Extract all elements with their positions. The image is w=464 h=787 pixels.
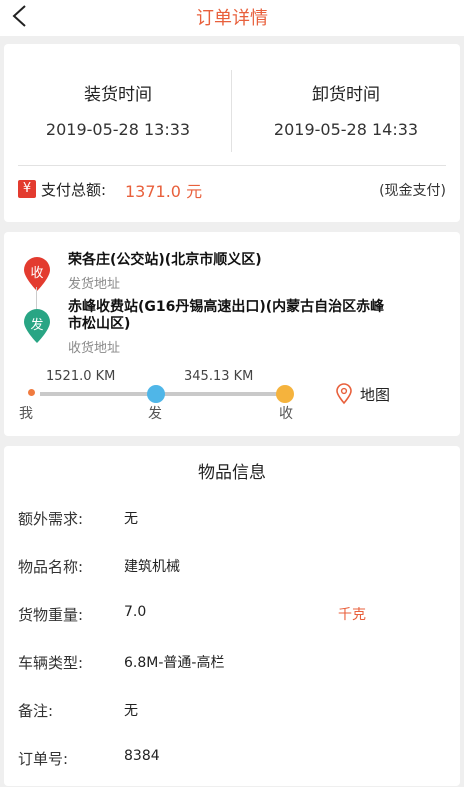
goods-row-extra-requirements: 额外需求: 无: [4, 508, 460, 532]
goods-row-value: 无: [124, 703, 138, 719]
goods-row-value: 6.8M-普通-高栏: [124, 655, 225, 671]
origin-dot: [147, 385, 165, 403]
goods-info-title: 物品信息: [198, 463, 266, 483]
distance-to-destination: 345.13 KM: [184, 369, 254, 384]
goods-row-label: 备注:: [18, 702, 54, 720]
goods-row-order-number: 订单号: 8384: [4, 748, 460, 772]
route-card: 收 荣各庄(公交站)(北京市顺义区) 发货地址 发 赤峰收费站(G16丹锡高速出…: [4, 232, 460, 436]
goods-row-remarks: 备注: 无: [4, 700, 460, 724]
destination-dot: [276, 385, 294, 403]
destination-address: 赤峰收费站(G16丹锡高速出口)(内蒙古自治区赤峰市松山区): [68, 299, 385, 332]
track-label-me: 我: [19, 406, 33, 422]
current-location-dot: [28, 389, 35, 396]
unload-time-value: 2019-05-28 14:33: [273, 120, 419, 139]
goods-row-label: 车辆类型:: [18, 654, 84, 672]
top-bar: 订单详情: [0, 0, 464, 36]
location-pin-icon: [336, 383, 352, 405]
payment-total-label: 支付总额:: [41, 181, 107, 199]
weight-unit: 千克: [338, 607, 366, 623]
horizontal-divider: [18, 165, 446, 166]
goods-row-weight: 货物重量: 7.0 千克: [4, 604, 460, 628]
goods-row-label: 订单号:: [18, 750, 69, 768]
origin-pin-icon: 收: [22, 256, 52, 292]
destination-pin-label: 发: [30, 318, 44, 333]
goods-row-vehicle-type: 车辆类型: 6.8M-普通-高栏: [4, 652, 460, 676]
payment-total-amount: 1371.0 元: [125, 182, 203, 201]
goods-row-label: 额外需求:: [18, 510, 84, 528]
load-time-label: 装货时间: [84, 85, 152, 105]
page-title: 订单详情: [196, 8, 268, 29]
origin-address: 荣各庄(公交站)(北京市顺义区): [68, 252, 262, 268]
goods-row-value: 8384: [124, 748, 160, 764]
goods-info-card: 物品信息 额外需求: 无 物品名称: 建筑机械 货物重量: 7.0 千克 车辆类…: [4, 446, 460, 786]
yen-icon: ¥: [18, 180, 36, 198]
map-button-label: 地图: [360, 386, 391, 404]
goods-row-value: 建筑机械: [124, 559, 180, 575]
track-label-from: 发: [148, 406, 162, 422]
goods-row-label: 货物重量:: [18, 606, 84, 624]
unload-time-label: 卸货时间: [312, 85, 380, 105]
load-time-value: 2019-05-28 13:33: [45, 120, 191, 139]
destination-pin-icon: 发: [22, 308, 52, 344]
goods-row-label: 物品名称:: [18, 558, 84, 576]
goods-row-value: 7.0: [124, 604, 147, 620]
time-payment-card: 装货时间 2019-05-28 13:33 卸货时间 2019-05-28 14…: [4, 44, 460, 222]
origin-address-type: 发货地址: [68, 277, 121, 292]
track-label-to: 收: [279, 406, 293, 422]
origin-pin-label: 收: [30, 266, 44, 281]
distance-to-origin: 1521.0 KM: [46, 369, 116, 384]
destination-address-type: 收货地址: [68, 341, 121, 356]
goods-row-item-name: 物品名称: 建筑机械: [4, 556, 460, 580]
goods-row-value: 无: [124, 511, 138, 527]
payment-method: (现金支付): [379, 183, 446, 199]
